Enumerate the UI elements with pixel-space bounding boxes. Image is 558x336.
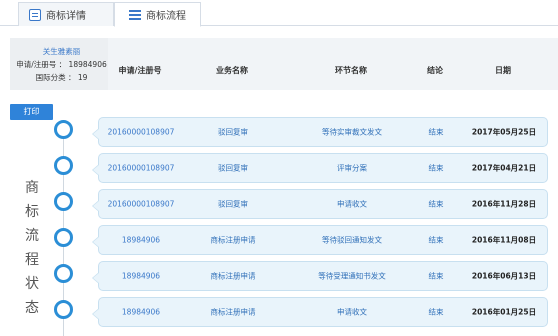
result: 结束 [428,163,444,173]
regno-link[interactable]: 18984906 [122,236,160,245]
date: 2016年11月08日 [471,235,537,245]
status-label-char: 商 [25,180,39,196]
timeline-node [54,228,73,247]
business-name: 驳回复审 [218,199,248,209]
table-row: 18984906 商标注册申请 申请收文 结束 2016年01月25日 [92,297,548,327]
registration-number: 申请/注册号 ： 18984906 [16,60,107,69]
stage-name: 申请收文 [337,307,367,317]
tab-label: 商标详情 [46,11,86,22]
table-row: 20160000108907 驳回复审 评审分案 结束 2017年04月21日 [92,153,548,183]
date: 2017年04月21日 [471,163,537,173]
date: 2017年05月25日 [471,127,537,137]
column-header-stage: 环节名称 [335,66,367,75]
international-class: 国际分类 ： 19 [35,73,88,82]
column-header-result: 结论 [427,66,443,75]
tab-trademark-details[interactable]: 商标详情 [18,2,114,26]
result: 结束 [428,127,444,137]
owner-name[interactable]: 关生雅素丽 [10,45,113,58]
stage-name: 等待驳回通知发文 [322,235,382,245]
stage-name: 申请收文 [337,199,367,209]
print-button[interactable]: 打印 [10,104,53,120]
tab-trademark-process[interactable]: 商标流程 [114,2,201,27]
regno-link[interactable]: 20160000108907 [108,164,175,173]
table-row: 20160000108907 驳回复审 申请收文 结束 2016年11月28日 [92,189,548,219]
business-name: 驳回复审 [218,163,248,173]
date: 2016年11月28日 [471,199,537,209]
timeline-node [54,300,73,319]
row-pointer [92,236,99,248]
table-row: 20160000108907 驳回复审 等待实审裁文发文 结束 2017年05月… [92,117,548,147]
tab-bar: 商标详情 商标流程 [0,0,558,27]
row-pointer [92,308,99,320]
result: 结束 [428,271,444,281]
timeline-node [54,156,73,175]
stage-name: 等待受理通知书发文 [318,271,386,281]
date: 2016年06月13日 [471,271,537,281]
status-label-char: 程 [25,252,39,268]
timeline-node [54,264,73,283]
regno-link[interactable]: 18984906 [122,308,160,317]
trademark-info-panel: 关生雅素丽 申请/注册号 ： 18984906 国际分类 ： 19 [10,38,113,90]
row-pointer [92,200,99,212]
status-label-char: 标 [25,204,39,220]
table-row: 18984906 商标注册申请 等待驳回通知发文 结束 2016年11月08日 [92,225,548,255]
process-status-label: 商 标 流 程 状 态 [24,176,40,320]
regno-link[interactable]: 20160000108907 [108,128,175,137]
list-icon [129,9,141,21]
column-header-business: 业务名称 [216,66,248,75]
stage-name: 评审分案 [337,163,367,173]
column-header-date: 日期 [495,66,511,75]
date: 2016年01月25日 [471,307,537,317]
document-icon [29,8,41,21]
result: 结束 [428,235,444,245]
business-name: 商标注册申请 [210,271,256,281]
business-name: 商标注册申请 [210,307,256,317]
timeline-node [54,120,73,139]
business-name: 商标注册申请 [210,235,256,245]
tab-label: 商标流程 [146,11,186,22]
status-label-char: 状 [25,276,39,292]
result: 结束 [428,307,444,317]
result: 结束 [428,199,444,209]
status-label-char: 流 [25,228,39,244]
stage-name: 等待实审裁文发文 [322,127,382,137]
table-row: 18984906 商标注册申请 等待受理通知书发文 结束 2016年06月13日 [92,261,548,291]
business-name: 驳回复审 [218,127,248,137]
row-pointer [92,272,99,284]
row-pointer [92,128,99,140]
row-pointer [92,164,99,176]
timeline-node [54,192,73,211]
regno-link[interactable]: 20160000108907 [108,200,175,209]
regno-link[interactable]: 18984906 [122,272,160,281]
table-header: 申请/注册号 业务名称 环节名称 结论 日期 [108,38,558,90]
status-label-char: 态 [25,300,39,316]
column-header-regno: 申请/注册号 [118,66,162,75]
